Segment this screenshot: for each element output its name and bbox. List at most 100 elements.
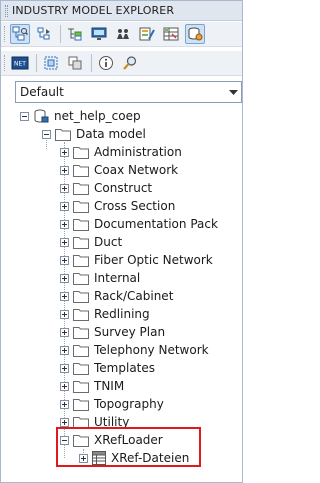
expand-icon[interactable]	[60, 363, 69, 373]
tree-node-folder[interactable]: Templates	[60, 359, 155, 377]
expand-icon[interactable]	[60, 345, 69, 355]
tree-node-label: Survey Plan	[94, 325, 166, 339]
select-area-icon	[44, 56, 58, 70]
expand-icon[interactable]	[60, 255, 69, 265]
form-edit-button[interactable]	[137, 24, 157, 44]
toolbar-grip[interactable]	[4, 26, 7, 42]
filter-button[interactable]	[65, 24, 85, 44]
folder-icon	[73, 361, 89, 375]
tree-node-label: Administration	[94, 145, 182, 159]
tree-node-label: Construct	[94, 181, 153, 195]
tree-node-folder[interactable]: Duct	[60, 233, 122, 251]
expand-icon[interactable]	[60, 201, 69, 211]
search-icon	[123, 56, 137, 70]
tree-node-folder[interactable]: TNIM	[60, 377, 124, 395]
tree-node-folder[interactable]: Construct	[60, 179, 152, 197]
folder-icon	[73, 181, 89, 195]
tree-node-label: Templates	[94, 361, 156, 375]
database-settings-button[interactable]	[185, 24, 205, 44]
tree-node-folder[interactable]: Survey Plan	[60, 323, 165, 341]
tree-node-folder[interactable]: Redlining	[60, 305, 150, 323]
users-button[interactable]	[113, 24, 133, 44]
tree-node-folder[interactable]: Topography	[60, 395, 164, 413]
table-icon	[163, 27, 179, 41]
collapse-icon[interactable]	[42, 129, 51, 139]
tree-node-label: Topography	[94, 397, 164, 411]
tree-node-label: Rack/Cabinet	[94, 289, 174, 303]
tree-node-label: Coax Network	[94, 163, 179, 177]
tree-node-folder[interactable]: Coax Network	[60, 161, 178, 179]
table-button[interactable]	[161, 24, 181, 44]
toolbar-separator	[36, 54, 37, 72]
tree-node-label: Fiber Optic Network	[94, 253, 213, 267]
expand-icon[interactable]	[60, 237, 69, 247]
tree-node-root[interactable]: net_help_coep	[20, 107, 141, 125]
expand-icon[interactable]	[60, 309, 69, 319]
tree-node-folder[interactable]: Telephony Network	[60, 341, 209, 359]
highlight-box	[56, 427, 201, 467]
tree-node-label: Telephony Network	[94, 343, 209, 357]
expand-icon[interactable]	[60, 417, 69, 427]
expand-icon[interactable]	[60, 381, 69, 391]
tree-node-folder[interactable]: Internal	[60, 269, 140, 287]
info-button[interactable]	[96, 53, 116, 73]
tree-node-label: net_help_coep	[54, 109, 141, 123]
tree-node-folder[interactable]: Administration	[60, 143, 182, 161]
tree-node-label: Redlining	[94, 307, 150, 321]
tree-node-label: Documentation Pack	[94, 217, 218, 231]
users-icon	[117, 29, 129, 39]
net-button-label: NET	[14, 61, 26, 68]
copy-button[interactable]	[65, 53, 85, 73]
folder-icon	[73, 235, 89, 249]
panel-title-bar: INDUSTRY MODEL EXPLORER	[1, 1, 242, 21]
title-grip[interactable]	[5, 4, 8, 17]
expand-icon[interactable]	[60, 273, 69, 283]
expand-icon[interactable]	[60, 291, 69, 301]
folder-icon	[73, 379, 89, 393]
monitor-icon	[91, 27, 107, 40]
tree-node-label: Internal	[94, 271, 141, 285]
toolbar-grip[interactable]	[4, 55, 7, 71]
main-toolbar	[1, 22, 242, 47]
folder-icon	[73, 289, 89, 303]
tree-node-folder[interactable]: Cross Section	[60, 197, 175, 215]
database-settings-icon	[188, 27, 203, 41]
tree-node-folder[interactable]: Rack/Cabinet	[60, 287, 173, 305]
panel-title: INDUSTRY MODEL EXPLORER	[12, 4, 175, 17]
info-icon	[99, 56, 113, 70]
navigate-back-button[interactable]	[34, 24, 54, 44]
search-button[interactable]	[120, 53, 140, 73]
tree-node-folder[interactable]: Fiber Optic Network	[60, 251, 213, 269]
model-filter-dropdown[interactable]: Default	[15, 81, 242, 103]
collapse-icon[interactable]	[20, 111, 29, 121]
toolbar-separator	[91, 54, 92, 72]
expand-icon[interactable]	[60, 219, 69, 229]
chevron-down-icon[interactable]	[225, 82, 241, 102]
expand-icon[interactable]	[60, 327, 69, 337]
select-area-button[interactable]	[41, 53, 61, 73]
tree-node-data-model[interactable]: Data model	[42, 125, 146, 143]
tree-node-label: TNIM	[94, 379, 125, 393]
folder-icon	[55, 127, 71, 141]
folder-icon	[73, 163, 89, 177]
tree-node-folder[interactable]: Documentation Pack	[60, 215, 218, 233]
folder-icon	[73, 325, 89, 339]
folder-icon	[73, 217, 89, 231]
net-button[interactable]: NET	[10, 53, 30, 73]
expand-icon[interactable]	[60, 165, 69, 175]
expand-icon[interactable]	[60, 147, 69, 157]
tree-view-button[interactable]	[10, 24, 30, 44]
expand-icon[interactable]	[60, 183, 69, 193]
folder-icon	[73, 271, 89, 285]
secondary-toolbar: NET	[1, 51, 242, 76]
expand-icon[interactable]	[60, 399, 69, 409]
toolbar-separator	[60, 25, 61, 43]
database-icon	[33, 108, 49, 124]
form-edit-icon	[139, 27, 155, 41]
copy-icon	[68, 56, 82, 70]
folder-icon	[73, 253, 89, 267]
monitor-button[interactable]	[89, 24, 109, 44]
tree-node-label: Cross Section	[94, 199, 176, 213]
folder-icon	[73, 343, 89, 357]
industry-model-explorer-panel: INDUSTRY MODEL EXPLORER NET Default net_…	[0, 0, 243, 483]
